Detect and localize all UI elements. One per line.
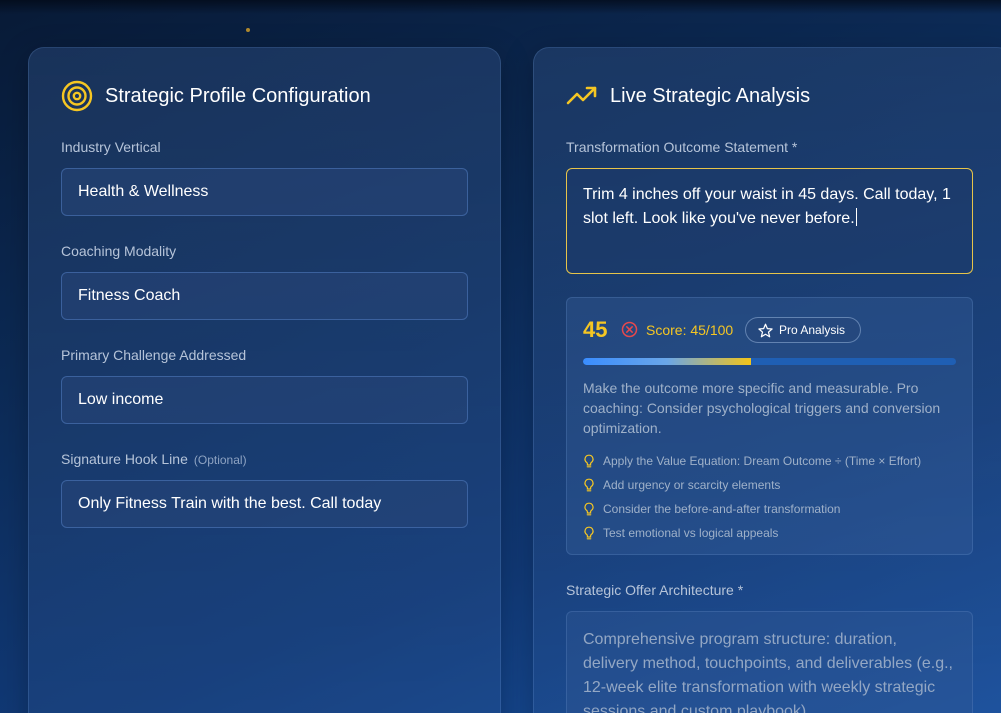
x-circle-icon — [621, 321, 638, 338]
tip-item: Add urgency or scarcity elements — [583, 473, 963, 497]
hook-label: Signature Hook Line (Optional) — [61, 451, 247, 467]
lightbulb-icon — [583, 454, 595, 468]
score-number: 45 — [583, 317, 608, 342]
industry-label: Industry Vertical — [61, 139, 161, 155]
target-icon — [61, 80, 93, 112]
challenge-input[interactable]: Low income — [61, 376, 468, 424]
hook-value: Only Fitness Train with the best. Call t… — [78, 495, 382, 512]
hook-optional-tag: (Optional) — [193, 453, 247, 467]
score-description: Make the outcome more specific and measu… — [583, 380, 941, 436]
score-progress-bar — [583, 358, 956, 365]
hook-input[interactable]: Only Fitness Train with the best. Call t… — [61, 480, 468, 528]
modality-label: Coaching Modality — [61, 243, 177, 259]
industry-select[interactable]: Health & Wellness — [61, 168, 468, 216]
offer-label: Strategic Offer Architecture * — [566, 582, 744, 598]
score-progress-fill — [583, 358, 751, 365]
outcome-text: Trim 4 inches off your waist in 45 days.… — [583, 186, 951, 227]
offer-textarea[interactable]: Comprehensive program structure: duratio… — [566, 611, 973, 713]
profile-panel-title: Strategic Profile Configuration — [105, 84, 371, 107]
offer-placeholder: Comprehensive program structure: duratio… — [583, 631, 953, 713]
tips-list: Apply the Value Equation: Dream Outcome … — [583, 449, 963, 545]
analysis-panel-title: Live Strategic Analysis — [610, 84, 811, 107]
text-caret — [855, 208, 857, 226]
lightbulb-icon — [583, 478, 595, 492]
pro-analysis-button[interactable]: Pro Analysis — [745, 317, 861, 343]
lightbulb-icon — [583, 526, 595, 540]
score-text: Score: 45/100 — [646, 322, 734, 338]
profile-panel-header: Strategic Profile Configuration — [61, 80, 371, 112]
hook-label-text: Signature Hook Line — [61, 451, 188, 467]
tip-item: Consider the before-and-after transforma… — [583, 497, 963, 521]
outcome-label: Transformation Outcome Statement * — [566, 139, 798, 155]
lightbulb-icon — [583, 502, 595, 516]
challenge-value: Low income — [78, 391, 164, 408]
tip-text: Consider the before-and-after transforma… — [603, 502, 841, 516]
analysis-panel-header: Live Strategic Analysis — [566, 80, 810, 112]
tip-text: Apply the Value Equation: Dream Outcome … — [603, 454, 922, 468]
trending-up-icon — [566, 80, 598, 112]
star-icon — [758, 323, 773, 338]
tip-item: Apply the Value Equation: Dream Outcome … — [583, 449, 963, 473]
modality-value: Fitness Coach — [78, 287, 181, 304]
top-shadow — [0, 0, 1001, 14]
outcome-textarea[interactable]: Trim 4 inches off your waist in 45 days.… — [566, 168, 973, 274]
tip-text: Add urgency or scarcity elements — [603, 478, 781, 492]
industry-value: Health & Wellness — [78, 183, 209, 200]
pro-analysis-label: Pro Analysis — [779, 323, 846, 337]
challenge-label: Primary Challenge Addressed — [61, 347, 247, 363]
decorative-dot — [246, 28, 250, 32]
tip-text: Test emotional vs logical appeals — [603, 526, 779, 540]
tip-item: Test emotional vs logical appeals — [583, 521, 963, 545]
modality-select[interactable]: Fitness Coach — [61, 272, 468, 320]
